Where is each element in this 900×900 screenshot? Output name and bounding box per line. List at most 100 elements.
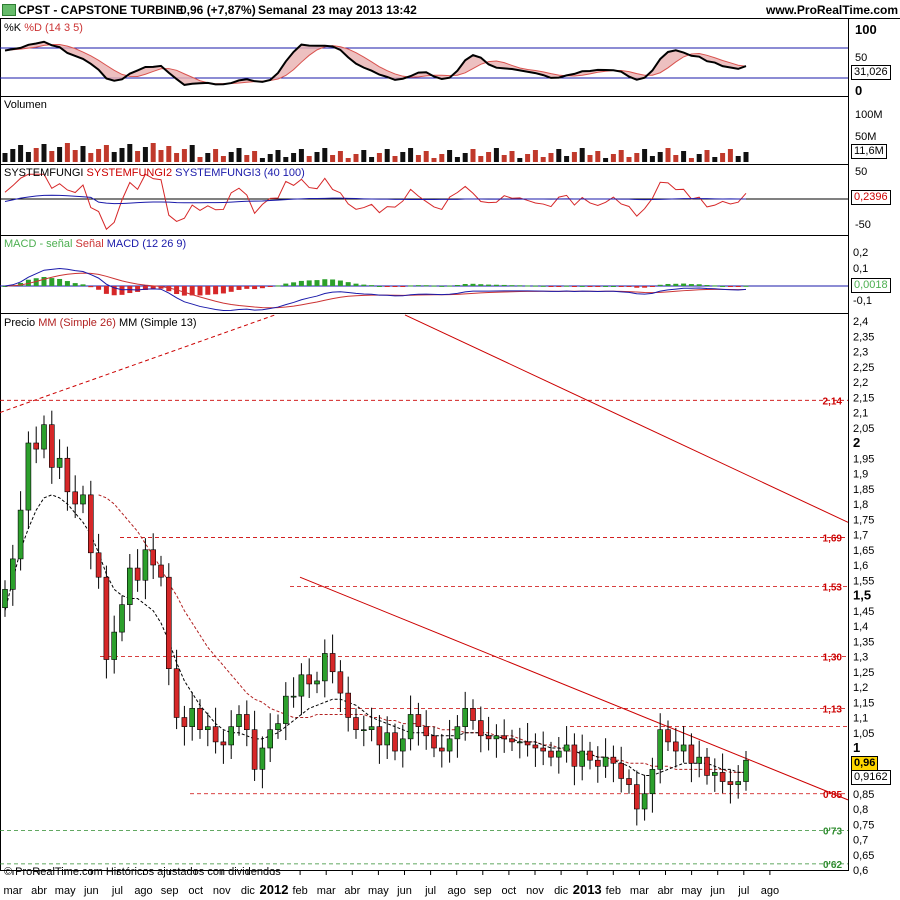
x-tick-label: nov: [213, 885, 231, 897]
macd-histogram-bar: [517, 285, 523, 287]
x-tick-label: may: [55, 885, 76, 897]
macd-histogram-bar: [400, 286, 406, 287]
volume-bar: [142, 147, 148, 162]
y-tick-label: 1,05: [853, 728, 874, 740]
chart-canvas: 2,141,691,531,301,130'850'730'62 2,42,35…: [0, 18, 900, 897]
volume-bar: [439, 154, 445, 162]
macd-histogram-bar: [681, 283, 687, 286]
header-datetime: 23 may 2013 13:42: [312, 3, 417, 17]
macd-histogram-bar: [283, 283, 289, 286]
candle-body: [111, 631, 117, 660]
y-tick-label: 1,75: [853, 514, 874, 526]
volume-bar: [408, 148, 414, 162]
volume-bar: [174, 153, 180, 162]
volume-bar: [291, 153, 297, 162]
volume-bar: [704, 150, 710, 162]
macd-histogram-bar: [525, 285, 531, 287]
x-tick-label: jun: [396, 885, 412, 897]
macd-histogram-bar: [564, 285, 570, 287]
candle-body: [376, 726, 383, 746]
level-label: 1,13: [823, 704, 843, 715]
stoch-value: 31,026: [851, 65, 891, 80]
candle-body: [275, 723, 281, 730]
macd-histogram-bar: [205, 286, 211, 295]
candle-body: [719, 772, 726, 782]
candle-body: [680, 744, 687, 752]
level-label: 0'62: [823, 860, 843, 871]
macd-histogram-bar: [603, 285, 609, 287]
volume-bar: [213, 149, 219, 162]
volume-bar: [720, 153, 726, 162]
macd-histogram-bar: [322, 279, 328, 286]
stoch-tick-100: 100: [855, 22, 877, 37]
stoch-tick-50: 50: [855, 52, 868, 64]
x-tick-label: 2012: [260, 882, 289, 897]
y-tick-label: 1,85: [853, 484, 874, 496]
last-price-value: 0,96: [851, 756, 879, 771]
macd-histogram-bar: [439, 285, 445, 287]
candle-body: [399, 738, 406, 752]
macd-histogram-bar: [181, 286, 187, 296]
candle-body: [454, 726, 461, 740]
volume-bar: [80, 146, 86, 162]
volume-bar: [361, 150, 367, 162]
volume-bar: [283, 157, 289, 162]
macd-histogram-bar: [57, 278, 63, 286]
volume-bar: [384, 149, 390, 162]
macd-histogram-bar: [80, 284, 86, 286]
candle-body: [251, 729, 258, 770]
level-label: 0'73: [823, 826, 843, 837]
macd-histogram-bar: [220, 286, 226, 294]
fungi-tick-50: 50: [855, 166, 868, 178]
candle-body: [306, 674, 313, 685]
volume-bar: [135, 151, 141, 162]
candle-body: [626, 778, 632, 785]
candle-body: [477, 720, 484, 737]
macd-histogram-bar: [49, 278, 55, 286]
y-tick-label: 0,75: [853, 819, 874, 831]
candle-body: [88, 494, 94, 554]
volume-bar: [345, 158, 351, 162]
candle-body: [407, 714, 414, 740]
x-tick-label: oct: [188, 885, 203, 897]
macd-histogram-bar: [88, 286, 94, 288]
volume-bar: [10, 149, 16, 162]
candle-body: [41, 424, 47, 450]
volume-bar: [228, 152, 234, 162]
volume-title: Volumen: [4, 99, 47, 111]
candle-body: [438, 747, 445, 752]
volume-bar: [712, 157, 718, 162]
site-link[interactable]: www.ProRealTime.com: [766, 3, 898, 17]
ma26-label: MM (Simple 26): [38, 317, 116, 329]
fungi-s1: SYSTEMFUNGI: [4, 167, 84, 179]
ma26-line: [98, 494, 746, 773]
candle-body: [17, 509, 24, 560]
macd-histogram-bar: [649, 286, 655, 287]
candle-body: [672, 741, 679, 752]
macd-histogram-bar: [252, 286, 258, 290]
volume-bar: [330, 155, 336, 162]
macd-histogram-bar: [447, 285, 453, 287]
candle-body: [329, 653, 336, 673]
macd-histogram-bar: [314, 280, 320, 286]
x-tick-label: ago: [134, 885, 152, 897]
y-tick-label: 1,9: [853, 469, 868, 481]
volume-bar: [501, 155, 507, 162]
macd-histogram-bar: [587, 286, 593, 287]
volume-bar: [470, 149, 476, 162]
y-tick-label: 2,2: [853, 377, 868, 389]
volume-bar: [626, 157, 632, 162]
y-tick-label: 1,55: [853, 575, 874, 587]
candle-body: [704, 756, 710, 776]
candle-body: [594, 759, 601, 767]
y-tick-label: 0,7: [853, 835, 868, 847]
candle-body: [95, 552, 102, 578]
candle-body: [384, 732, 391, 746]
volume-bar: [2, 153, 8, 162]
candle-body: [540, 747, 547, 752]
x-tick-label: ago: [448, 885, 466, 897]
y-tick-label: 1,4: [853, 621, 868, 633]
volume-bar: [595, 151, 601, 162]
volume-bar: [314, 152, 320, 162]
macd-histogram-bar: [735, 286, 741, 287]
